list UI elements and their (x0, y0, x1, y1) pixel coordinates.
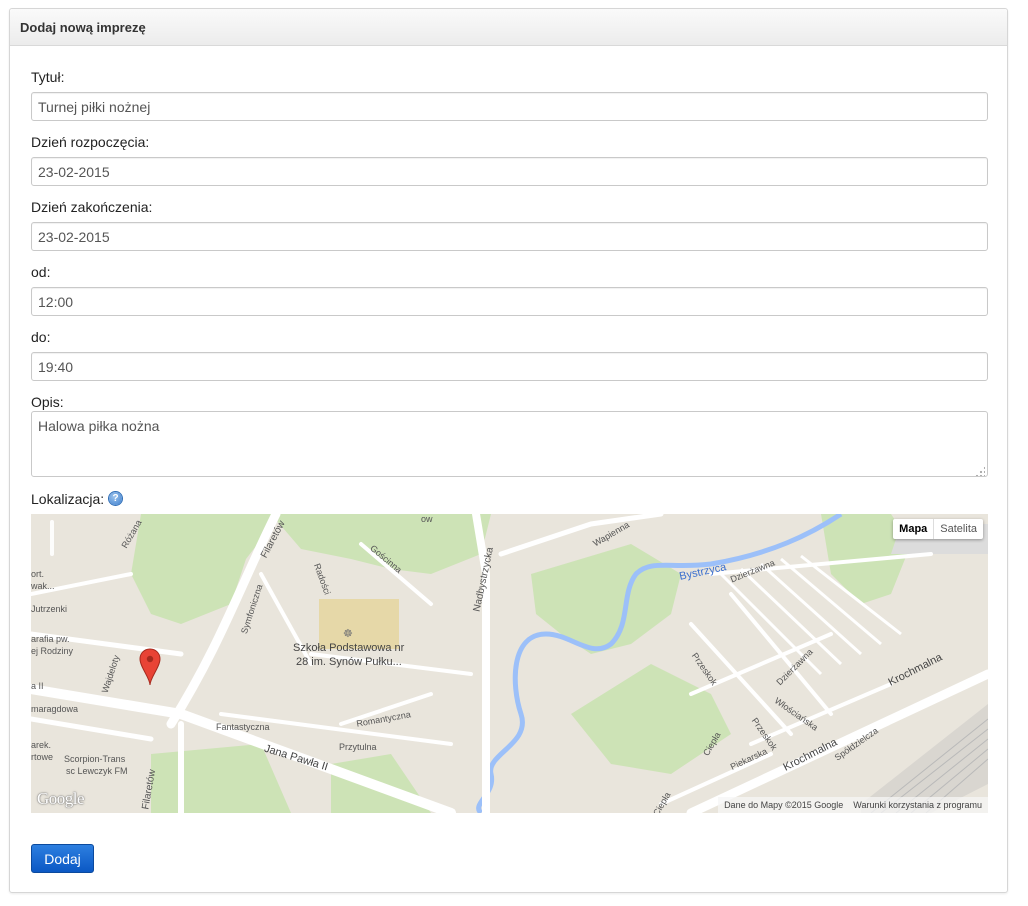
end-date-input[interactable] (31, 222, 988, 251)
street-label-krochmalna-2: Krochmalna (781, 736, 840, 774)
street-label-jutrzenki: Jutrzenki (31, 604, 68, 614)
street-label-symfoniczna: Symfoniczna (239, 582, 265, 636)
poi-sport-2: wak... (31, 581, 55, 591)
poi-parafia-1: arafia pw. (31, 634, 70, 644)
poi-scorpion-1: Scorpion-Trans (64, 754, 126, 764)
google-logo: Google (37, 789, 85, 808)
street-label-filaretow-2: Filaretów (140, 768, 159, 811)
map-type-map-button[interactable]: Mapa (893, 519, 935, 539)
street-label-spoldzielcza: Spółdzielcza (832, 725, 880, 763)
location-label: Lokalizacja: (31, 491, 105, 507)
street-label-piekarska: Piekarska (728, 746, 769, 772)
street-label-ow: ow (421, 514, 433, 524)
school-label-2: 28 im. Synów Pułku... (296, 656, 402, 668)
street-label-goscinna: Gościnna (368, 542, 404, 576)
street-label-ciepla-1: Ciepła (701, 730, 723, 758)
street-label-przeskok-1: Przeskok (689, 650, 720, 688)
street-label-dzierzawna-2: Dzierżawna (774, 646, 815, 688)
poi-sport-1: ort. (31, 569, 45, 579)
street-label-wloscianska: Włościańska (772, 695, 820, 733)
street-label-radosci: Radości (311, 562, 333, 596)
submit-button[interactable]: Dodaj (31, 844, 94, 873)
description-textarea[interactable]: Halowa piłka nożna (31, 411, 988, 477)
street-label-szmaragdowa: maragdowa (31, 704, 79, 714)
river-label: Bystrzyca (678, 561, 728, 583)
map-labels: Szkoła Podstawowa nr 28 im. Synów Pułku.… (31, 514, 988, 813)
street-label-przytulna: Przytulna (339, 742, 377, 752)
map-attribution-text: Dane do Mapy ©2015 Google (724, 800, 844, 810)
street-label-romantyczna: Romantyczna (355, 709, 412, 729)
help-icon[interactable]: ? (109, 492, 122, 505)
street-label-ciepla-2: Ciepła (651, 790, 673, 813)
street-label-fantastyczna: Fantastyczna (216, 722, 270, 732)
street-label-filaretow-1: Filaretów (258, 519, 288, 560)
description-label: Opis: (31, 394, 64, 410)
add-event-panel: Dodaj nową imprezę Tytuł: Dzień rozpoczę… (9, 8, 1008, 893)
to-time-input[interactable] (31, 352, 988, 381)
title-input[interactable] (31, 92, 988, 121)
street-label-dzierzawna-1: Dzierżawna (728, 557, 777, 585)
school-icon: ☸ (343, 628, 353, 640)
street-label-wapienna: Wapienna (591, 519, 632, 549)
map-terms-link[interactable]: Warunki korzystania z programu (853, 797, 982, 813)
poi-parafia-2: ej Rodziny (31, 646, 74, 656)
street-label-rozana: Różana (119, 518, 144, 550)
map-zoom-control[interactable] (50, 520, 54, 556)
to-time-label: do: (31, 329, 51, 345)
panel-title: Dodaj nową imprezę (10, 9, 1007, 46)
street-label-nadbystrzycka: Nadbystrzycka (471, 546, 496, 613)
street-label-a2: a II (31, 681, 44, 691)
from-time-input[interactable] (31, 287, 988, 316)
street-label-wajdeloty: Wajdeloty (99, 653, 122, 695)
street-label-krochmalna-1: Krochmalna (886, 651, 945, 689)
start-date-input[interactable] (31, 157, 988, 186)
poi-arek-2: rtowe (31, 752, 54, 762)
poi-scorpion-2: sc Lewczyk FM (66, 766, 128, 776)
map-type-satellite-button[interactable]: Satelita (934, 519, 983, 539)
from-time-label: od: (31, 264, 51, 280)
start-date-label: Dzień rozpoczęcia: (31, 134, 150, 150)
school-label-1: Szkoła Podstawowa nr (293, 642, 405, 654)
poi-arek-1: arek. (31, 740, 52, 750)
map-type-switch: Mapa Satelita (893, 519, 983, 539)
title-label: Tytuł: (31, 69, 65, 85)
street-label-jana: Jana Pawła II (262, 742, 330, 774)
end-date-label: Dzień zakończenia: (31, 199, 153, 215)
map-attribution: Dane do Mapy ©2015 Google Warunki korzys… (718, 797, 988, 813)
location-map[interactable]: Szkoła Podstawowa nr 28 im. Synów Pułku.… (31, 514, 988, 813)
